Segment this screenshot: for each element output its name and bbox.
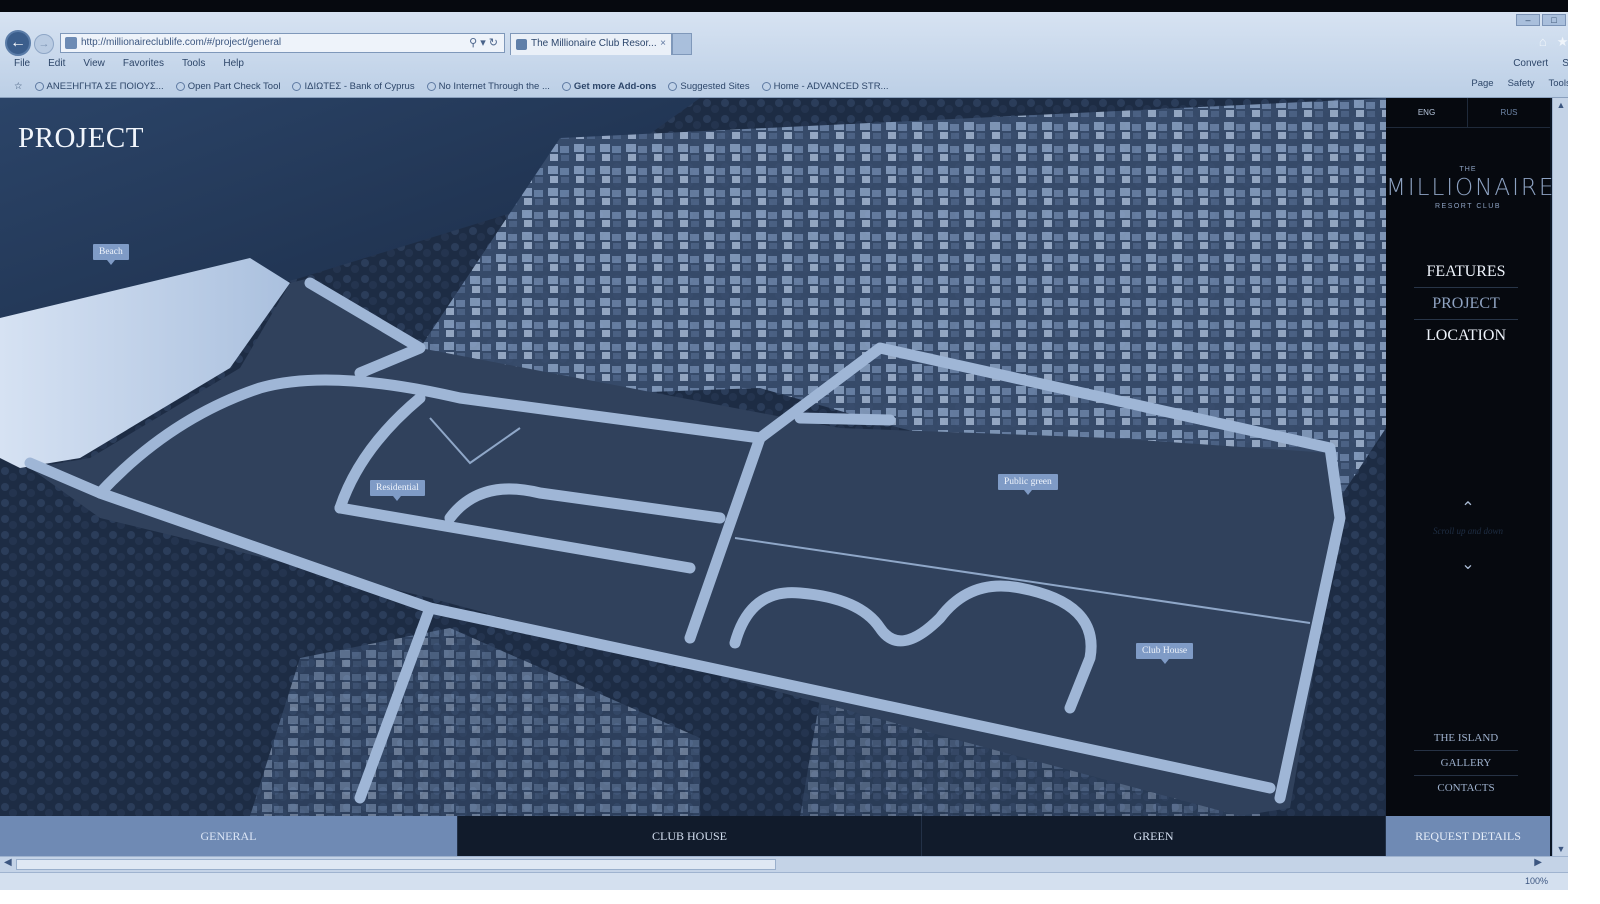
logo-main: MILLIONAIRE (1386, 175, 1552, 201)
favorite-icon (561, 81, 571, 91)
favorites-bar: ☆ ΑΝΕΞΗΓΗΤΑ ΣΕ ΠΟΙΟΥΣ... Open Part Check… (14, 78, 888, 94)
nav-item-contacts[interactable]: CONTACTS (1414, 776, 1518, 801)
tab-club-house[interactable]: CLUB HOUSE (458, 816, 922, 856)
lang-eng[interactable]: ENG (1386, 98, 1468, 128)
map-label-residential[interactable]: Residential (370, 480, 425, 501)
favorite-label: Open Part Check Tool (187, 80, 281, 92)
logo-sub: RESORT CLUB (1434, 203, 1502, 210)
scroll-right-arrow-icon[interactable]: ▶ (1534, 857, 1542, 868)
tab-favicon-icon (516, 39, 527, 50)
tab-title: The Millionaire Club Resor... (531, 38, 657, 49)
page-menu[interactable]: Page (1471, 78, 1493, 89)
status-bar: 100% (0, 872, 1568, 890)
scroll-down-arrow-icon[interactable]: ▼ (1553, 844, 1569, 854)
logo[interactable]: THE MILLIONAIRE RESORT CLUB (1386, 166, 1552, 210)
favorite-label: Home - ADVANCED STR... (773, 80, 889, 92)
star-icon[interactable]: ★ (1557, 34, 1569, 50)
menu-edit[interactable]: Edit (48, 58, 65, 74)
scrollbar-thumb[interactable] (16, 859, 776, 870)
window-top-edge (0, 0, 1600, 12)
menu-tools[interactable]: Tools (182, 58, 205, 74)
favorite-label: Get more Add-ons (573, 80, 657, 92)
favorite-label: ΑΝΕΞΗΓΗΤΑ ΣΕ ΠΟΙΟΥΣ... (46, 80, 164, 92)
maximize-icon[interactable]: □ (1542, 14, 1566, 26)
vertical-scrollbar[interactable]: ▲ ▼ (1552, 98, 1568, 856)
browser-chrome: – □ × ← → http://millionaireclublife.com… (0, 12, 1600, 98)
favorite-item[interactable]: Get more Add-ons (561, 78, 657, 94)
request-details-button[interactable]: REQUEST DETAILS (1386, 816, 1550, 856)
tab-close-icon[interactable]: × (660, 34, 666, 54)
nav-item-the-island[interactable]: THE ISLAND (1414, 726, 1518, 751)
favorites-star-icon[interactable]: ☆ (14, 78, 23, 94)
nav-item-gallery[interactable]: GALLERY (1414, 751, 1518, 776)
scroll-left-arrow-icon[interactable]: ◀ (4, 857, 12, 868)
screen-margin-bottom (0, 890, 1568, 904)
minimize-icon[interactable]: – (1516, 14, 1540, 26)
tab-green[interactable]: GREEN (922, 816, 1386, 856)
tab-general[interactable]: GENERAL (0, 816, 458, 856)
aerial-map-graphic (0, 98, 1386, 816)
road-stub (794, 412, 896, 426)
favorite-icon (34, 81, 44, 91)
favorite-icon (668, 81, 678, 91)
favorite-item[interactable]: Suggested Sites (668, 78, 750, 94)
side-panel: ENG RUS THE MILLIONAIRE RESORT CLUB FEAT… (1386, 98, 1552, 856)
language-switcher: ENG RUS (1386, 98, 1550, 128)
navigation-row: ← → http://millionaireclublife.com/#/pro… (0, 30, 1600, 56)
map-label-club-house[interactable]: Club House (1136, 643, 1194, 664)
page-title: PROJECT (18, 122, 144, 154)
favorite-icon (175, 81, 185, 91)
favorite-item[interactable]: ΑΝΕΞΗΓΗΤΑ ΣΕ ΠΟΙΟΥΣ... (34, 78, 164, 94)
safety-menu[interactable]: Safety (1508, 78, 1535, 89)
menu-favorites[interactable]: Favorites (123, 58, 164, 74)
page-icon (65, 37, 77, 49)
convert-button[interactable]: Convert (1513, 58, 1548, 69)
address-url: http://millionaireclublife.com/#/project… (81, 37, 282, 48)
home-icon[interactable]: ⌂ (1539, 34, 1547, 50)
favorite-label: No Internet Through the ... (438, 80, 550, 92)
side-nav: FEATURES PROJECT LOCATION (1414, 256, 1518, 352)
menu-view[interactable]: View (83, 58, 105, 74)
project-site-map: PROJECT Beach Residential Public green C… (0, 98, 1386, 816)
zoom-level[interactable]: 100% (1525, 876, 1548, 886)
menu-bar: File Edit View Favorites Tools Help (14, 58, 244, 74)
menu-file[interactable]: File (14, 58, 30, 74)
new-tab-button[interactable] (672, 33, 692, 55)
chevron-up-icon[interactable]: ⌃ (1456, 498, 1480, 517)
page-viewport: PROJECT Beach Residential Public green C… (0, 98, 1552, 856)
logo-the: THE (1459, 166, 1477, 173)
address-bar[interactable]: http://millionaireclublife.com/#/project… (60, 33, 505, 53)
map-label-public-green[interactable]: Public green (998, 474, 1058, 495)
map-label-beach[interactable]: Beach (93, 244, 129, 265)
browser-tab[interactable]: The Millionaire Club Resor... × (510, 33, 672, 55)
back-arrow-icon[interactable]: ← (5, 30, 31, 56)
scroll-hint: Scroll up and down (1433, 526, 1503, 536)
forward-arrow-icon[interactable]: → (34, 34, 54, 54)
nav-item-location[interactable]: LOCATION (1414, 320, 1518, 352)
scroll-up-arrow-icon[interactable]: ▲ (1553, 100, 1569, 110)
project-tabs: GENERAL CLUB HOUSE GREEN REQUEST DETAILS (0, 816, 1550, 856)
nav-item-features[interactable]: FEATURES (1414, 256, 1518, 288)
favorite-icon (292, 81, 302, 91)
nav-item-project[interactable]: PROJECT (1414, 288, 1518, 320)
screen-margin-right (1568, 0, 1600, 904)
search-refresh-icons[interactable]: ⚲ ▾ ↻ (469, 34, 498, 52)
favorite-item[interactable]: Open Part Check Tool (175, 78, 281, 94)
favorite-label: Suggested Sites (680, 80, 750, 92)
menu-help[interactable]: Help (223, 58, 244, 74)
favorite-item[interactable]: No Internet Through the ... (426, 78, 550, 94)
footer-nav: THE ISLAND GALLERY CONTACTS (1414, 726, 1518, 801)
lang-rus[interactable]: RUS (1468, 98, 1550, 128)
favorite-item[interactable]: Home - ADVANCED STR... (761, 78, 889, 94)
favorite-icon (761, 81, 771, 91)
favorite-label: ΙΔΙΩΤΕΣ - Bank of Cyprus (304, 80, 415, 92)
favorite-item[interactable]: ΙΔΙΩΤΕΣ - Bank of Cyprus (292, 78, 415, 94)
favorite-icon (426, 81, 436, 91)
chevron-down-icon[interactable]: ⌄ (1456, 554, 1480, 573)
horizontal-scrollbar[interactable]: ◀ ▶ (0, 856, 1568, 872)
